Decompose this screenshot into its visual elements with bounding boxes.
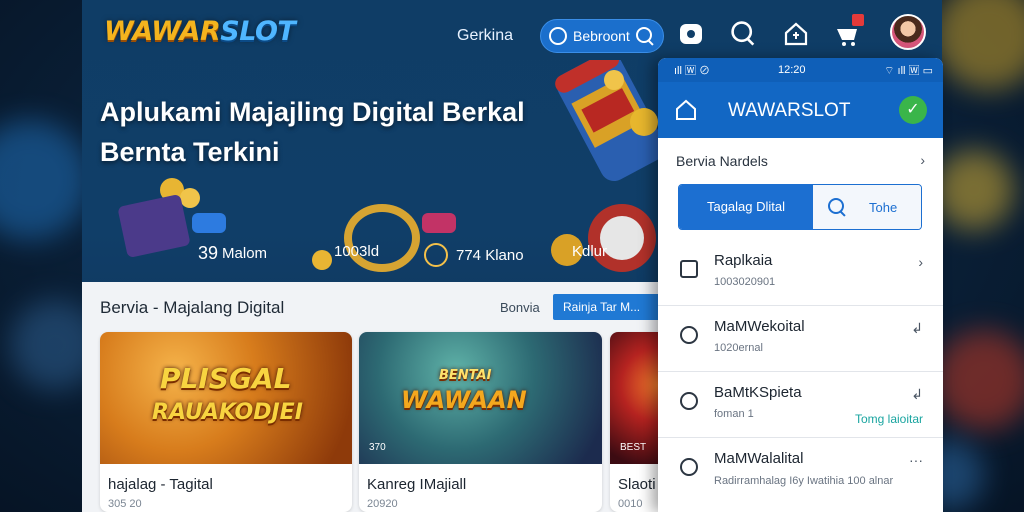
home-icon[interactable] <box>674 98 698 122</box>
nav-link[interactable]: Gerkina <box>457 27 513 45</box>
card-caption: 370 <box>369 442 386 453</box>
list-item-title: MaMWekoital <box>714 318 805 335</box>
list-item-title: MaMWalalital <box>714 450 804 467</box>
mobile-app-overlay: ıll 🅆 ⊘ 12:20 ⌔ ıll 🅆 ▭ WAWARSLOT ✓ Berv… <box>658 58 943 512</box>
card-art-line: PLISGAL <box>160 362 292 395</box>
card-image: PLISGAL RAUAKODJEI <box>100 332 352 464</box>
nav-row-label: Bervia Nardels <box>676 153 768 169</box>
home-icon[interactable] <box>782 20 810 48</box>
search-icon <box>827 197 847 217</box>
card-art-line: WAWAAN <box>401 386 527 414</box>
list-item-subtitle: 1003020901 <box>714 276 776 288</box>
game-card[interactable]: PLISGAL RAUAKODJEI hajalag - Tagital 305… <box>100 332 352 512</box>
clock-icon <box>680 392 698 410</box>
segmented-control: Tagalag Dlital Tohe <box>678 184 922 230</box>
user-avatar[interactable] <box>890 14 926 50</box>
section-title: Bervia - Majalang Digital <box>100 298 285 317</box>
reply-icon[interactable]: ↲ <box>911 320 923 337</box>
list-item[interactable]: BaMtKSpieta foman 1 Tomg laioitar ↲ <box>658 372 943 438</box>
chat-icon <box>680 326 698 344</box>
ring-icon <box>424 243 448 267</box>
list-item-title: Raplkaia <box>714 252 773 269</box>
hero-stat: 1003ld <box>334 243 379 260</box>
section-link[interactable]: Bonvia <box>500 300 540 315</box>
list-item-subtitle: foman 1 <box>714 408 754 420</box>
phone-nav-row[interactable]: Bervia Nardels › <box>658 138 943 182</box>
list-item[interactable]: MaMWekoital 1020ernal ↲ <box>658 306 943 372</box>
card-caption: BEST <box>620 442 647 453</box>
more-icon[interactable]: ··· <box>909 452 923 468</box>
segment-active[interactable]: Tagalag Dlital <box>679 185 813 229</box>
hero-stat: 39 Malom <box>198 243 267 264</box>
hero-stat-label: 1003ld <box>334 243 380 260</box>
chevron-right-icon: › <box>920 152 925 168</box>
search-icon-button[interactable] <box>730 20 758 48</box>
hero-title: Aplukami Majajling Digital Berkal Bernta… <box>100 97 525 167</box>
card-title: Slaoti <box>618 476 656 493</box>
list-item[interactable]: MaMWalalital Radirramhalag I6y Iwatihia … <box>658 438 943 512</box>
brand-logo[interactable]: WAWARSLOT <box>104 16 296 47</box>
segment-inactive[interactable]: Tohe <box>813 185 921 229</box>
hero-chip <box>422 213 456 233</box>
card-subtitle: 0010 <box>618 498 643 510</box>
card-image: BENTAI WAWAAN 370 <box>359 332 602 464</box>
hero-stat-label: Malom <box>222 245 268 262</box>
hero-stat-label: Kdlur <box>572 243 608 260</box>
card-art-line: BENTAI <box>439 368 492 383</box>
logo-text-left: WAWAR <box>104 16 221 47</box>
search-pill-button[interactable]: Bebroont <box>540 19 664 53</box>
status-time: 12:20 <box>778 64 806 76</box>
list-item-title: BaMtKSpieta <box>714 384 802 401</box>
notification-badge <box>852 14 864 26</box>
bag-icon[interactable] <box>678 20 706 48</box>
search-icon <box>635 26 655 46</box>
status-icons: ⌔ ıll 🅆 ▭ <box>884 65 933 77</box>
hero-stat-number: 39 <box>198 243 219 263</box>
gift-icon[interactable] <box>834 14 864 48</box>
phone-header: WAWARSLOT ✓ <box>658 82 943 138</box>
list-item-subtitle: 1020ernal <box>714 342 763 354</box>
phone-title: WAWARSLOT <box>728 100 851 121</box>
search-pill-label: Bebroont <box>573 28 630 44</box>
chat-icon <box>680 458 698 476</box>
document-icon <box>680 260 698 278</box>
status-signal: ıll 🅆 ⊘ <box>674 65 711 77</box>
list-item-meta: Tomg laioitar <box>854 412 923 426</box>
hero-chip <box>192 213 226 233</box>
card-art-line: RAUAKODJEI <box>152 400 303 425</box>
hero-stat: Kdlur <box>572 243 607 260</box>
circle-icon <box>549 27 567 45</box>
card-subtitle: 20920 <box>367 498 398 510</box>
logo-text-right: SLOT <box>220 16 296 47</box>
phone-list: Raplkaia 1003020901 › MaMWekoital 1020er… <box>658 240 943 512</box>
card-title: hajalag - Tagital <box>108 476 213 493</box>
hero-stat-label: 774 Klano <box>456 246 524 264</box>
list-item[interactable]: Raplkaia 1003020901 › <box>658 240 943 306</box>
reply-icon[interactable]: ↲ <box>911 386 923 403</box>
hero-stat: 774 Klano <box>424 243 524 267</box>
segment-label: Tohe <box>869 199 898 215</box>
phone-status-bar: ıll 🅆 ⊘ 12:20 ⌔ ıll 🅆 ▭ <box>658 58 943 82</box>
card-title: Kanreg IMajiall <box>367 476 467 493</box>
check-icon[interactable]: ✓ <box>899 96 927 124</box>
card-subtitle: 305 20 <box>108 498 142 510</box>
chevron-right-icon: › <box>918 254 923 270</box>
game-card[interactable]: BENTAI WAWAAN 370 Kanreg IMajiall 20920 <box>359 332 602 512</box>
list-item-subtitle: Radirramhalag I6y Iwatihia 100 alnar <box>714 475 894 487</box>
